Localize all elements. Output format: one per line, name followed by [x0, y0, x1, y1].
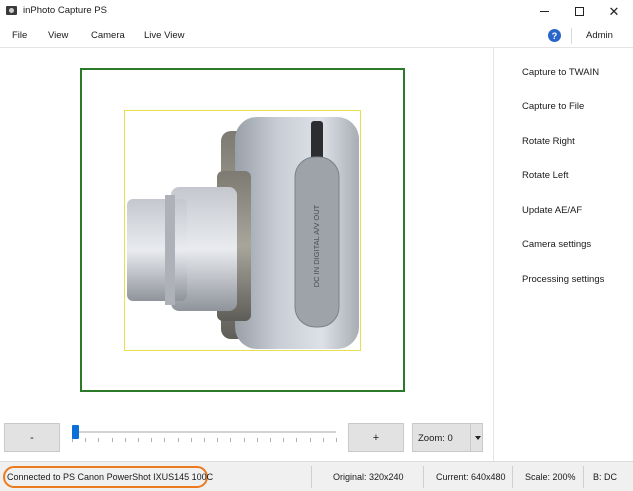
zoom-out-button[interactable]: -	[4, 423, 60, 452]
zoom-dropdown-value: Zoom: 0	[418, 433, 453, 444]
camera-settings-button[interactable]: Camera settings	[522, 239, 591, 250]
zoom-dropdown-divider	[470, 424, 471, 451]
status-divider	[583, 466, 584, 488]
mode-value: B: DC	[593, 472, 618, 482]
slider-tick	[177, 438, 179, 442]
status-divider	[512, 466, 513, 488]
scale-value: Scale: 200%	[525, 472, 576, 482]
app-camera-icon	[6, 6, 17, 15]
minimize-button[interactable]	[527, 0, 561, 23]
rotate-left-button[interactable]: Rotate Left	[522, 170, 568, 181]
slider-tick	[190, 438, 192, 442]
menu-live-view[interactable]: Live View	[144, 30, 185, 41]
update-ae-af-button[interactable]: Update AE/AF	[522, 205, 582, 216]
capture-to-twain-button[interactable]: Capture to TWAIN	[522, 67, 599, 78]
menu-camera[interactable]: Camera	[91, 30, 125, 41]
slider-tick	[124, 438, 126, 442]
action-panel: Capture to TWAIN Capture to File Rotate …	[493, 48, 633, 461]
slider-tick	[85, 438, 87, 442]
original-size: Original: 320x240	[333, 472, 404, 482]
zoom-slider-track[interactable]	[72, 431, 336, 433]
menu-divider	[571, 28, 572, 44]
zoom-slider-ticks	[72, 438, 337, 442]
menu-view[interactable]: View	[48, 30, 68, 41]
status-bar: Connected to PS Canon PowerShot IXUS145 …	[0, 461, 633, 491]
minimize-icon	[539, 11, 549, 12]
zoom-dropdown[interactable]: Zoom: 0	[412, 423, 483, 452]
menu-admin[interactable]: Admin	[586, 30, 613, 41]
slider-tick	[164, 438, 166, 442]
slider-tick	[217, 438, 219, 442]
help-icon[interactable]: ?	[548, 29, 561, 42]
camera-photo-image: DC IN DIGITAL A/V OUT	[127, 117, 359, 349]
menu-bar: File View Camera Live View ? Admin	[0, 23, 633, 48]
camera-photo: DC IN DIGITAL A/V OUT	[124, 110, 361, 351]
maximize-icon	[574, 7, 584, 16]
status-divider	[311, 466, 312, 488]
slider-tick	[283, 438, 285, 442]
slider-tick	[309, 438, 311, 442]
lens-port-label: DC IN DIGITAL A/V OUT	[312, 204, 321, 287]
slider-tick	[296, 438, 298, 442]
slider-tick	[256, 438, 258, 442]
zoom-in-button[interactable]: +	[348, 423, 404, 452]
connection-status: Connected to PS Canon PowerShot IXUS145 …	[3, 466, 213, 488]
slider-tick	[230, 438, 232, 442]
zoom-slider-thumb[interactable]	[72, 425, 79, 439]
slider-tick	[322, 438, 324, 442]
current-size: Current: 640x480	[436, 472, 506, 482]
slider-tick	[336, 438, 337, 442]
rotate-right-button[interactable]: Rotate Right	[522, 136, 575, 147]
slider-tick	[243, 438, 245, 442]
menu-file[interactable]: File	[12, 30, 27, 41]
slider-tick	[204, 438, 205, 442]
slider-tick	[98, 438, 100, 442]
slider-tick	[270, 438, 271, 442]
capture-to-file-button[interactable]: Capture to File	[522, 101, 584, 112]
close-button[interactable]: ✕	[597, 0, 631, 23]
slider-tick	[138, 438, 139, 442]
processing-settings-button[interactable]: Processing settings	[522, 274, 604, 285]
chevron-down-icon[interactable]	[475, 436, 481, 440]
maximize-button[interactable]	[562, 0, 596, 23]
slider-tick	[111, 438, 113, 442]
status-divider	[423, 466, 424, 488]
window-title: inPhoto Capture PS	[23, 5, 107, 16]
close-icon: ✕	[608, 3, 620, 19]
title-bar: inPhoto Capture PS ✕	[0, 0, 633, 23]
slider-tick	[151, 438, 153, 442]
